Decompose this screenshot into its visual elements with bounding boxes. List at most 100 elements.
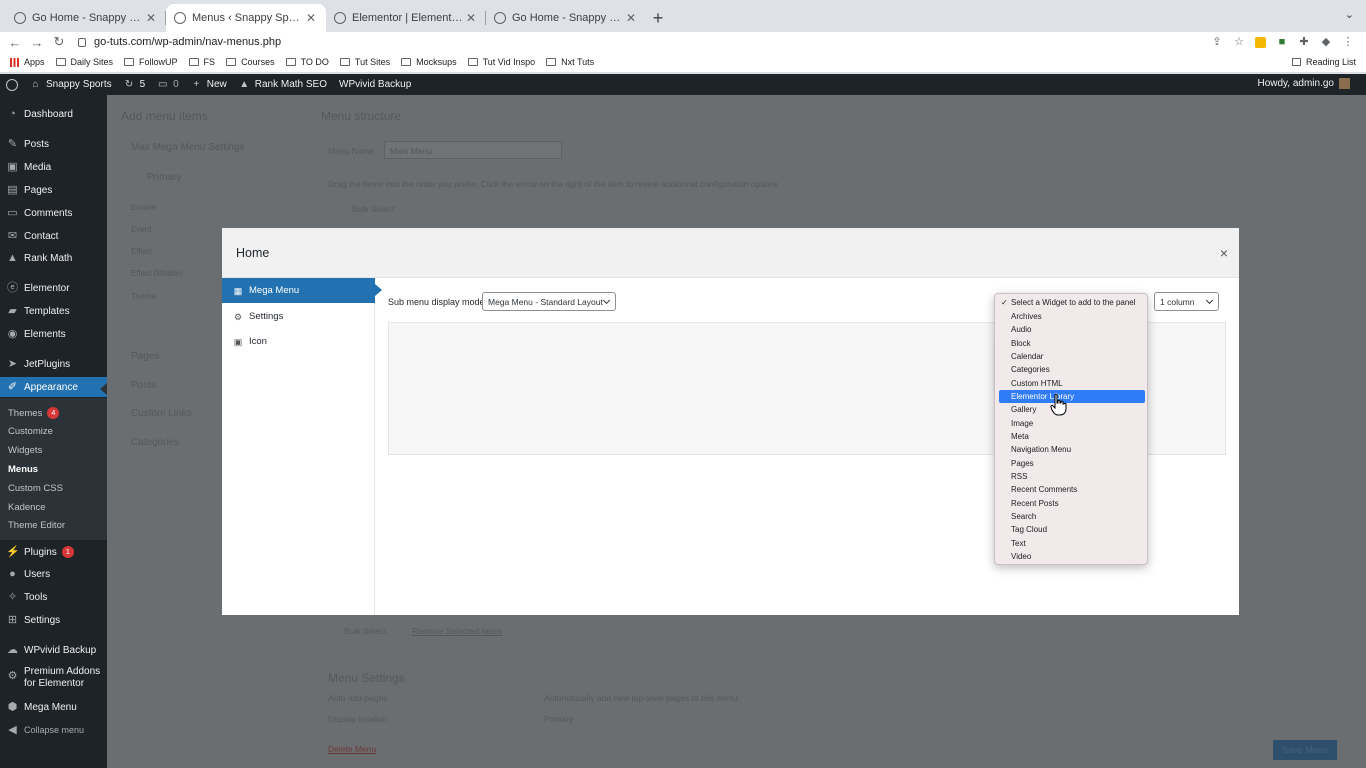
comments-link[interactable]: ▭ 0 — [157, 79, 179, 90]
sidebar-item-rank-math[interactable]: ▲ Rank Math — [0, 248, 107, 268]
sidebar-item-dashboard[interactable]: ◔ Dashboard — [0, 104, 107, 124]
display-location-primary[interactable]: Primary — [544, 714, 573, 724]
extension-icon[interactable] — [1255, 36, 1266, 48]
tab-mega-menu[interactable]: ▦ Mega Menu — [222, 278, 382, 303]
columns-select[interactable]: 1 column — [1154, 292, 1219, 311]
close-tab-icon[interactable]: ✕ — [304, 11, 318, 25]
sidebar-item-appearance[interactable]: ✐ Appearance — [0, 377, 107, 397]
sidebar-item-settings[interactable]: ⊞ Settings — [0, 610, 107, 630]
categories-accordion[interactable]: Categories — [131, 437, 179, 448]
delete-menu-link[interactable]: Delete Menu — [328, 744, 376, 754]
close-icon[interactable]: × — [1220, 245, 1228, 261]
sidebar-item-elementor[interactable]: ⓔ Elementor — [0, 278, 107, 298]
widget-option[interactable]: Video — [999, 550, 1145, 563]
auto-add-pages-checkbox[interactable]: Automatically add new top-level pages to… — [544, 693, 738, 703]
widget-option[interactable]: Gallery — [999, 403, 1145, 416]
bookmark-folder[interactable]: Tut Vid Inspo — [467, 57, 535, 67]
browser-tab[interactable]: Elementor | Elementor Header ✕ — [326, 4, 486, 32]
user-account-menu[interactable]: Howdy, admin.go — [1257, 78, 1350, 89]
sidebar-item-tools[interactable]: ✧ Tools — [0, 587, 107, 607]
bookmark-apps[interactable]: Apps — [10, 57, 45, 67]
extension-green-icon[interactable]: ■ — [1276, 36, 1288, 48]
reload-icon[interactable]: ↻ — [48, 34, 70, 50]
bookmark-folder[interactable]: Mocksups — [401, 57, 457, 67]
updates-link[interactable]: ↻ 5 — [124, 79, 145, 90]
widget-option[interactable]: Block — [999, 337, 1145, 350]
sidebar-item-templates[interactable]: ▰ Templates — [0, 301, 107, 321]
browser-tab-active[interactable]: Menus ‹ Snappy Sports — WordPress ✕ — [166, 4, 326, 32]
custom-links-accordion[interactable]: Custom Links — [131, 408, 192, 419]
back-arrow-icon[interactable]: ← — [4, 35, 26, 50]
submenu-item-theme-editor[interactable]: Theme Editor — [8, 520, 65, 531]
submenu-item-widgets[interactable]: Widgets — [8, 445, 42, 456]
widget-option[interactable]: Meta — [999, 430, 1145, 443]
submenu-item-themes[interactable]: Themes 4 — [8, 407, 60, 419]
widget-option[interactable]: Image — [999, 417, 1145, 430]
widget-option[interactable]: ✓ Select a Widget to add to the panel — [999, 296, 1145, 309]
reading-list[interactable]: Reading List — [1291, 57, 1356, 67]
sidebar-item-jetplugins[interactable]: ➤ JetPlugins — [0, 354, 107, 374]
widget-option[interactable]: Audio — [999, 323, 1145, 336]
collapse-menu-button[interactable]: ◀ Collapse menu — [0, 720, 107, 740]
browser-tab[interactable]: Go Home - Snappy Sports ✕ — [6, 4, 166, 32]
new-content-link[interactable]: + New — [191, 79, 226, 90]
widget-option[interactable]: Recent Posts — [999, 497, 1145, 510]
sidebar-item-media[interactable]: ▣ Media — [0, 157, 107, 177]
submenu-item-menus[interactable]: Menus — [8, 464, 38, 475]
sidebar-item-users[interactable]: ● Users — [0, 564, 107, 584]
close-tab-icon[interactable]: ✕ — [464, 11, 478, 25]
widget-option[interactable]: Archives — [999, 310, 1145, 323]
bookmark-folder[interactable]: Tut Sites — [339, 57, 390, 67]
site-name-link[interactable]: ⌂ Snappy Sports — [30, 79, 111, 90]
star-icon[interactable]: ☆ — [1233, 36, 1245, 48]
tab-search-chevron-icon[interactable]: ⌄ — [1345, 8, 1354, 21]
new-tab-button[interactable]: + — [646, 4, 670, 32]
forward-arrow-icon[interactable]: → — [26, 35, 48, 50]
widget-option[interactable]: RSS — [999, 470, 1145, 483]
wordpress-logo-icon[interactable] — [6, 78, 18, 91]
remove-selected-link[interactable]: Remove Selected Items — [412, 626, 502, 636]
address-bar[interactable]: go-tuts.com/wp-admin/nav-menus.php — [78, 36, 1211, 48]
sidebar-item-mega-menu[interactable]: ⬢ Mega Menu — [0, 697, 107, 717]
sidebar-item-elements[interactable]: ◉ Elements — [0, 324, 107, 344]
more-menu-icon[interactable]: ⋮ — [1342, 36, 1354, 48]
widget-option-highlighted[interactable]: Elementor Library — [999, 390, 1145, 403]
sidebar-item-posts[interactable]: ✎ Posts — [0, 134, 107, 154]
close-tab-icon[interactable]: ✕ — [144, 11, 158, 25]
widget-option[interactable]: Recent Comments — [999, 483, 1145, 496]
submenu-item-customize[interactable]: Customize — [8, 426, 53, 437]
sidebar-item-comments[interactable]: ▭ Comments — [0, 203, 107, 223]
bookmark-folder[interactable]: Courses — [226, 57, 275, 67]
save-menu-button[interactable]: Save Menu — [1273, 740, 1337, 760]
puzzle-icon[interactable]: ✚ — [1298, 36, 1310, 48]
widget-option[interactable]: Tag Cloud — [999, 523, 1145, 536]
bookmark-folder[interactable]: FollowUP — [124, 57, 178, 67]
bookmark-folder[interactable]: Daily Sites — [55, 57, 113, 67]
bookmark-folder[interactable]: FS — [188, 57, 215, 67]
tab-icon[interactable]: ▣ Icon — [222, 329, 375, 354]
widget-option[interactable]: Search — [999, 510, 1145, 523]
sidebar-item-premium-addons[interactable]: ⚙ Premium Addons for Elementor — [0, 666, 107, 692]
display-mode-select[interactable]: Mega Menu - Standard Layout — [482, 292, 616, 311]
widget-option[interactable]: Pages — [999, 457, 1145, 470]
rank-math-link[interactable]: ▲ Rank Math SEO — [239, 79, 327, 90]
widget-option[interactable]: Text — [999, 537, 1145, 550]
widget-option[interactable]: Custom HTML — [999, 377, 1145, 390]
sidebar-item-plugins[interactable]: ⚡ Plugins 1 — [0, 542, 107, 562]
extension-dark-icon[interactable]: ◆ — [1320, 36, 1332, 48]
tab-settings[interactable]: ⚙ Settings — [222, 304, 375, 329]
bulk-select-top[interactable]: Bulk Select — [352, 204, 395, 214]
submenu-item-kadence[interactable]: Kadence — [8, 502, 46, 513]
close-tab-icon[interactable]: ✕ — [624, 11, 638, 25]
sidebar-item-contact[interactable]: ✉ Contact — [0, 226, 107, 246]
bookmark-folder[interactable]: Nxt Tuts — [546, 57, 594, 67]
bookmark-folder[interactable]: TO DO — [285, 57, 329, 67]
posts-accordion[interactable]: Posts — [131, 380, 156, 391]
pages-accordion[interactable]: Pages — [131, 351, 159, 362]
widget-option[interactable]: Navigation Menu — [999, 443, 1145, 456]
wpvivid-link[interactable]: WPvivid Backup — [339, 79, 411, 90]
bulk-select-bottom[interactable]: Bulk Select — [344, 626, 387, 636]
submenu-item-custom-css[interactable]: Custom CSS — [8, 483, 63, 494]
widget-option[interactable]: Calendar — [999, 350, 1145, 363]
browser-tab[interactable]: Go Home - Snappy Sports ✕ — [486, 4, 646, 32]
